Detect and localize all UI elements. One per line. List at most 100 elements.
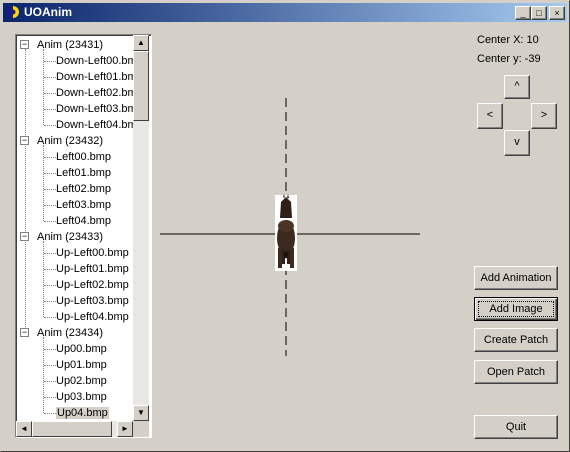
open-patch-button[interactable]: Open Patch bbox=[474, 360, 558, 384]
tree-connector-line bbox=[44, 61, 56, 62]
tree-item[interactable]: Left00.bmp bbox=[56, 149, 111, 165]
tree-item[interactable]: Left04.bmp bbox=[56, 213, 111, 229]
tree-item-label: Up-Left02.bmp bbox=[56, 279, 129, 291]
scroll-up-button[interactable]: ▲ bbox=[133, 35, 149, 51]
window-title: UOAnim bbox=[24, 5, 72, 19]
tree-connector-line bbox=[44, 93, 56, 94]
tree-item-label: Up00.bmp bbox=[56, 343, 107, 355]
tree-item[interactable]: Left01.bmp bbox=[56, 165, 111, 181]
tree-item[interactable]: Down-Left04.bmp bbox=[56, 117, 143, 133]
tree-item-label: Up-Left03.bmp bbox=[56, 295, 129, 307]
tree-item-label: Left01.bmp bbox=[56, 167, 112, 179]
tree-item-label: Up04.bmp bbox=[56, 407, 109, 419]
add-animation-button[interactable]: Add Animation bbox=[474, 266, 558, 290]
tree-collapse-toggle[interactable]: − bbox=[20, 232, 29, 241]
tree-connector-line bbox=[44, 349, 56, 350]
tree-item[interactable]: Up-Left02.bmp bbox=[56, 277, 129, 293]
quit-button[interactable]: Quit bbox=[474, 415, 558, 439]
tree-item-label: Left00.bmp bbox=[56, 151, 112, 163]
move-up-button[interactable]: ^ bbox=[504, 75, 530, 99]
center-y-label: Center y: -39 bbox=[477, 53, 541, 65]
tree-connector-line bbox=[44, 173, 56, 174]
close-button[interactable]: × bbox=[549, 6, 565, 20]
tree-connector-line bbox=[44, 301, 56, 302]
preview-canvas[interactable] bbox=[160, 98, 420, 356]
tree-item[interactable]: Up-Left03.bmp bbox=[56, 293, 129, 309]
tree-item[interactable]: Up-Left04.bmp bbox=[56, 309, 129, 325]
move-right-button[interactable]: > bbox=[531, 103, 557, 129]
animation-tree[interactable]: − Anim (23431) Down-Left00.bmp Down-Left01.… bbox=[15, 34, 152, 438]
tree-item[interactable]: Up00.bmp bbox=[56, 341, 107, 357]
move-left-button[interactable]: < bbox=[477, 103, 503, 129]
tree-item-label: Up-Left04.bmp bbox=[56, 311, 129, 323]
tree-item-label: Down-Left03.bmp bbox=[56, 103, 143, 115]
tree-connector-line bbox=[44, 413, 56, 414]
tree-connector-line bbox=[44, 253, 56, 254]
tree-connector-line bbox=[44, 189, 56, 190]
tree-connector-line bbox=[44, 365, 56, 366]
tree-collapse-toggle[interactable]: − bbox=[20, 40, 29, 49]
tree-item[interactable]: Left02.bmp bbox=[56, 181, 111, 197]
tree-item[interactable]: Up02.bmp bbox=[56, 373, 107, 389]
scroll-down-button[interactable]: ▼ bbox=[133, 405, 149, 421]
tree-item-label: Left04.bmp bbox=[56, 215, 112, 227]
tree-item[interactable]: Up04.bmp bbox=[56, 405, 109, 421]
tree-connector-line bbox=[44, 109, 56, 110]
tree-connector-line bbox=[44, 157, 56, 158]
maximize-button[interactable]: □ bbox=[531, 6, 547, 20]
tree-item[interactable]: Down-Left01.bmp bbox=[56, 69, 143, 85]
tree-item-label: Down-Left04.bmp bbox=[56, 119, 143, 131]
tree-connector-line bbox=[25, 49, 26, 337]
tree-group-label[interactable]: Anim (23431) bbox=[37, 37, 103, 53]
add-image-button[interactable]: Add Image bbox=[474, 297, 558, 321]
crosshair-graphic bbox=[160, 98, 420, 356]
tree-item-label: Down-Left00.bmp bbox=[56, 55, 143, 67]
tree-connector-line bbox=[44, 77, 56, 78]
tree-item-label: Down-Left02.bmp bbox=[56, 87, 143, 99]
tree-group-label[interactable]: Anim (23434) bbox=[37, 325, 103, 341]
scroll-right-button[interactable]: ► bbox=[117, 421, 133, 437]
tree-connector-line bbox=[44, 397, 56, 398]
tree-group-label[interactable]: Anim (23432) bbox=[37, 133, 103, 149]
tree-connector-line bbox=[44, 125, 56, 126]
tree-item-label: Left02.bmp bbox=[56, 183, 112, 195]
title-bar[interactable]: UOAnim _ □ × bbox=[3, 3, 567, 22]
scroll-left-button[interactable]: ◄ bbox=[16, 421, 32, 437]
app-window: UOAnim _ □ × − Anim (23431) Down-Left00.bm… bbox=[0, 0, 570, 452]
tree-item[interactable]: Up-Left01.bmp bbox=[56, 261, 129, 277]
horizontal-scroll-thumb[interactable] bbox=[32, 421, 112, 437]
scroll-corner bbox=[133, 421, 149, 437]
tree-item[interactable]: Up03.bmp bbox=[56, 389, 107, 405]
tree-connector-line bbox=[44, 285, 56, 286]
app-icon bbox=[7, 6, 19, 18]
tree-group-label[interactable]: Anim (23433) bbox=[37, 229, 103, 245]
move-down-button[interactable]: v bbox=[504, 130, 530, 156]
tree-connector-line bbox=[44, 317, 56, 318]
tree-connector-line bbox=[44, 221, 56, 222]
tree-horizontal-scrollbar[interactable]: ◄ ► bbox=[16, 421, 133, 437]
tree-item[interactable]: Down-Left03.bmp bbox=[56, 101, 143, 117]
tree-collapse-toggle[interactable]: − bbox=[20, 136, 29, 145]
tree-connector-line bbox=[44, 269, 56, 270]
tree-item-label: Up-Left01.bmp bbox=[56, 263, 129, 275]
create-patch-button[interactable]: Create Patch bbox=[474, 328, 558, 352]
tree-collapse-toggle[interactable]: − bbox=[20, 328, 29, 337]
center-x-label: Center X: 10 bbox=[477, 34, 539, 46]
minimize-button[interactable]: _ bbox=[515, 6, 531, 20]
tree-item-label: Up02.bmp bbox=[56, 375, 107, 387]
tree-item[interactable]: Up-Left00.bmp bbox=[56, 245, 129, 261]
tree-item[interactable]: Down-Left00.bmp bbox=[56, 53, 143, 69]
tree-item-label: Left03.bmp bbox=[56, 199, 112, 211]
tree-item-label: Up01.bmp bbox=[56, 359, 107, 371]
tree-item-label: Up-Left00.bmp bbox=[56, 247, 129, 259]
tree-connector-line bbox=[44, 381, 56, 382]
tree-item[interactable]: Up01.bmp bbox=[56, 357, 107, 373]
tree-item-label: Up03.bmp bbox=[56, 391, 107, 403]
focus-rect bbox=[478, 301, 554, 317]
tree-item-label: Down-Left01.bmp bbox=[56, 71, 143, 83]
tree-connector-line bbox=[44, 205, 56, 206]
tree-item[interactable]: Down-Left02.bmp bbox=[56, 85, 143, 101]
tree-vertical-scrollbar[interactable]: ▲ ▼ bbox=[133, 35, 149, 421]
tree-item[interactable]: Left03.bmp bbox=[56, 197, 111, 213]
vertical-scroll-thumb[interactable] bbox=[133, 51, 149, 121]
